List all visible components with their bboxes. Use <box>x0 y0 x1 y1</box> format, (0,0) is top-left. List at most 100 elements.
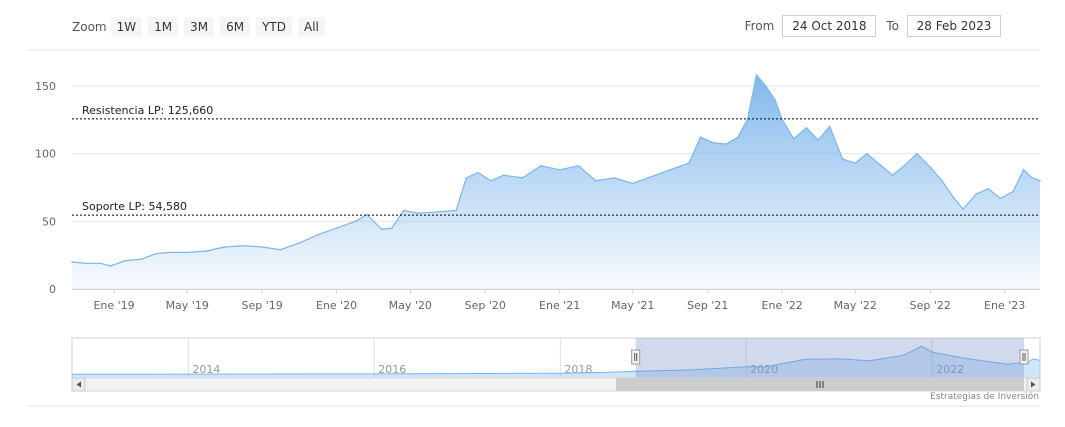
price-point <box>279 248 282 251</box>
price-point <box>736 136 739 139</box>
credits-text: Estrategias de Inversión <box>930 392 1039 402</box>
price-point <box>632 182 634 185</box>
price-point <box>987 188 989 190</box>
price-point <box>140 258 143 261</box>
price-point <box>712 141 715 144</box>
navigator[interactable]: 2014 2016 2018 2020 2022 <box>71 337 1041 379</box>
price-point <box>650 175 653 178</box>
support-label: Soporte LP: 54,580 <box>82 200 187 213</box>
x-tick-label: Ene '22 <box>762 299 803 312</box>
price-point <box>168 251 170 254</box>
price-series <box>71 73 1041 289</box>
price-point <box>669 169 671 171</box>
price-area-fill <box>72 75 1040 289</box>
x-tick-label: May '22 <box>834 299 877 312</box>
price-point <box>774 98 776 101</box>
price-point <box>854 162 857 164</box>
price-point <box>805 127 808 129</box>
price-point <box>1031 177 1033 179</box>
x-tick-label: May '21 <box>611 299 654 312</box>
navigator-right-handle[interactable] <box>1019 349 1029 365</box>
handle-body <box>631 349 641 365</box>
x-axis-labels: Ene '19 May '19 Sep '19 Ene '20 May '20 Sep '… <box>93 289 1025 312</box>
price-point <box>154 253 157 255</box>
price-point <box>866 152 868 155</box>
price-point <box>841 158 844 160</box>
price-point <box>391 227 393 229</box>
price-point <box>455 209 457 212</box>
y-tick-label: 150 <box>35 80 56 93</box>
price-point <box>335 227 338 229</box>
scrollbar[interactable] <box>71 377 1041 392</box>
price-point <box>490 179 492 182</box>
price-point <box>941 179 943 182</box>
price-point <box>999 197 1002 200</box>
price-point <box>792 137 795 140</box>
handle-body <box>1019 349 1029 365</box>
price-point <box>817 139 819 141</box>
price-point <box>109 265 112 267</box>
price-point <box>613 177 616 179</box>
price-point <box>186 251 188 254</box>
x-tick-label: Ene '20 <box>316 299 357 312</box>
price-point <box>746 118 749 121</box>
price-point <box>975 193 977 195</box>
price-point <box>380 228 383 231</box>
price-point <box>1039 179 1041 182</box>
navigator-selection[interactable] <box>635 338 1024 378</box>
y-tick-label: 50 <box>42 215 56 228</box>
resistance-label: Resistencia LP: 125,660 <box>82 104 213 117</box>
price-point <box>755 74 758 76</box>
price-point <box>298 242 301 244</box>
price-point <box>402 209 405 212</box>
price-point <box>1012 190 1014 193</box>
price-point <box>502 174 505 176</box>
x-tick-label: Ene '19 <box>93 299 134 312</box>
price-point <box>84 262 87 265</box>
price-point <box>962 208 964 210</box>
y-tick-label: 100 <box>35 148 56 161</box>
price-point <box>366 213 368 216</box>
price-point <box>261 246 264 248</box>
x-tick-label: Ene '21 <box>539 299 580 312</box>
price-point <box>242 244 245 247</box>
price-point <box>223 246 226 248</box>
x-tick-label: Ene '23 <box>984 299 1025 312</box>
chart-canvas: 0 50 100 150 Resistencia LP: 125,660 Soporte… <box>28 49 1041 407</box>
price-point <box>521 177 524 179</box>
price-point <box>465 177 468 179</box>
price-point <box>594 179 597 182</box>
x-tick-label: Sep '19 <box>242 299 283 312</box>
x-tick-label: Sep '22 <box>910 299 951 312</box>
x-tick-label: May '19 <box>166 299 209 312</box>
x-tick-label: May '20 <box>389 299 432 312</box>
price-point <box>725 143 727 145</box>
y-tick-label: 0 <box>49 283 56 296</box>
price-point <box>764 85 767 87</box>
price-point <box>99 262 102 265</box>
x-tick-label: Sep '20 <box>465 299 506 312</box>
price-point <box>205 250 207 252</box>
y-axis-labels: 0 50 100 150 <box>35 80 56 296</box>
price-point <box>436 211 439 213</box>
price-point <box>953 197 955 200</box>
navigator-selected-range <box>635 338 1024 378</box>
price-point <box>71 261 73 263</box>
price-point <box>699 136 702 139</box>
price-point <box>903 165 905 167</box>
price-point <box>316 234 319 236</box>
price-point <box>558 169 561 171</box>
price-point <box>354 220 357 223</box>
navigator-left-handle[interactable] <box>631 349 641 365</box>
price-point <box>540 165 542 167</box>
x-tick-label: Sep '21 <box>687 299 728 312</box>
price-point <box>477 171 479 174</box>
price-point <box>929 166 932 168</box>
price-point <box>891 174 894 176</box>
price-point <box>828 125 831 128</box>
price-point <box>124 259 127 262</box>
price-point <box>418 212 420 214</box>
price-point <box>1022 169 1025 171</box>
price-point <box>577 165 580 167</box>
stock-chart: Zoom 1W 1M 3M 6M YTD All From 24 Oct 201… <box>0 0 1065 427</box>
